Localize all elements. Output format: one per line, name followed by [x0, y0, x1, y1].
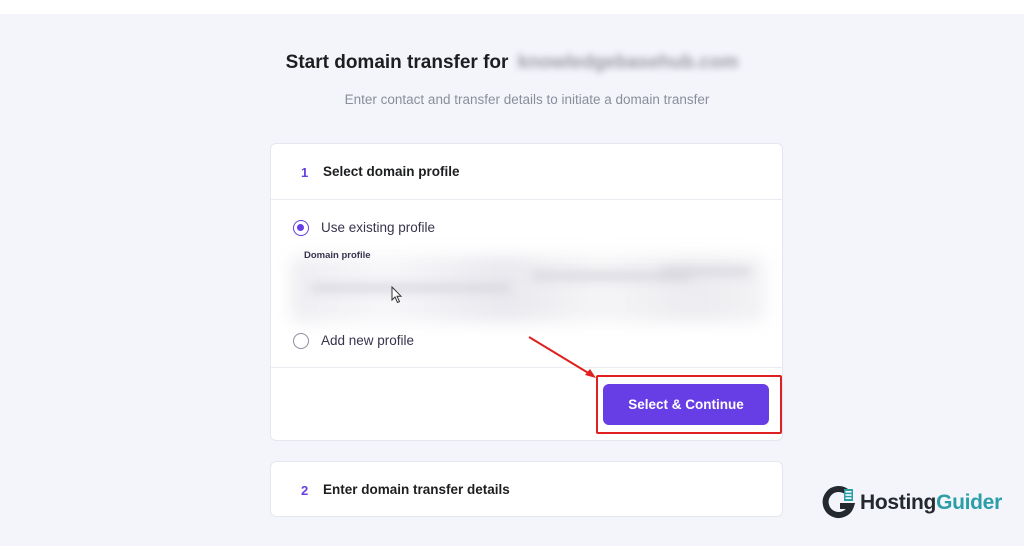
new-profile-radio[interactable] — [293, 333, 309, 349]
page-title: Start domain transfer for knowledgebaseh… — [0, 52, 1024, 74]
step-1-header[interactable]: 1 Select domain profile — [271, 144, 782, 200]
step-2-card[interactable]: 2 Enter domain transfer details — [270, 461, 783, 517]
hostingguider-watermark: HostingGuider — [822, 486, 1002, 520]
step-1-title: Select domain profile — [323, 164, 460, 179]
step-2-header[interactable]: 2 Enter domain transfer details — [271, 462, 782, 518]
watermark-text: HostingGuider — [860, 491, 1002, 515]
existing-profile-radio[interactable] — [293, 220, 309, 236]
g-logo-icon — [822, 486, 856, 518]
page-subtitle: Enter contact and transfer details to in… — [344, 92, 710, 107]
step-2-title: Enter domain transfer details — [323, 482, 510, 497]
top-strip — [0, 0, 1024, 14]
mouse-cursor-icon — [391, 286, 403, 304]
domain-profile-field-label: Domain profile — [304, 250, 371, 261]
select-continue-button[interactable]: Select & Continue — [603, 384, 769, 425]
watermark-brand-dark: Hosting — [860, 491, 937, 514]
step-2-number: 2 — [301, 483, 309, 498]
new-profile-label[interactable]: Add new profile — [321, 333, 414, 348]
card-footer-divider — [271, 367, 782, 368]
blurred-domain-name: knowledgebasehub.com — [517, 52, 739, 73]
existing-profile-label[interactable]: Use existing profile — [321, 220, 435, 235]
step-1-number: 1 — [301, 165, 309, 180]
watermark-brand-accent: Guider — [936, 491, 1002, 514]
blurred-profile-text-3 — [661, 268, 751, 276]
title-prefix: Start domain transfer for — [285, 52, 509, 73]
blurred-profile-text — [311, 284, 511, 292]
